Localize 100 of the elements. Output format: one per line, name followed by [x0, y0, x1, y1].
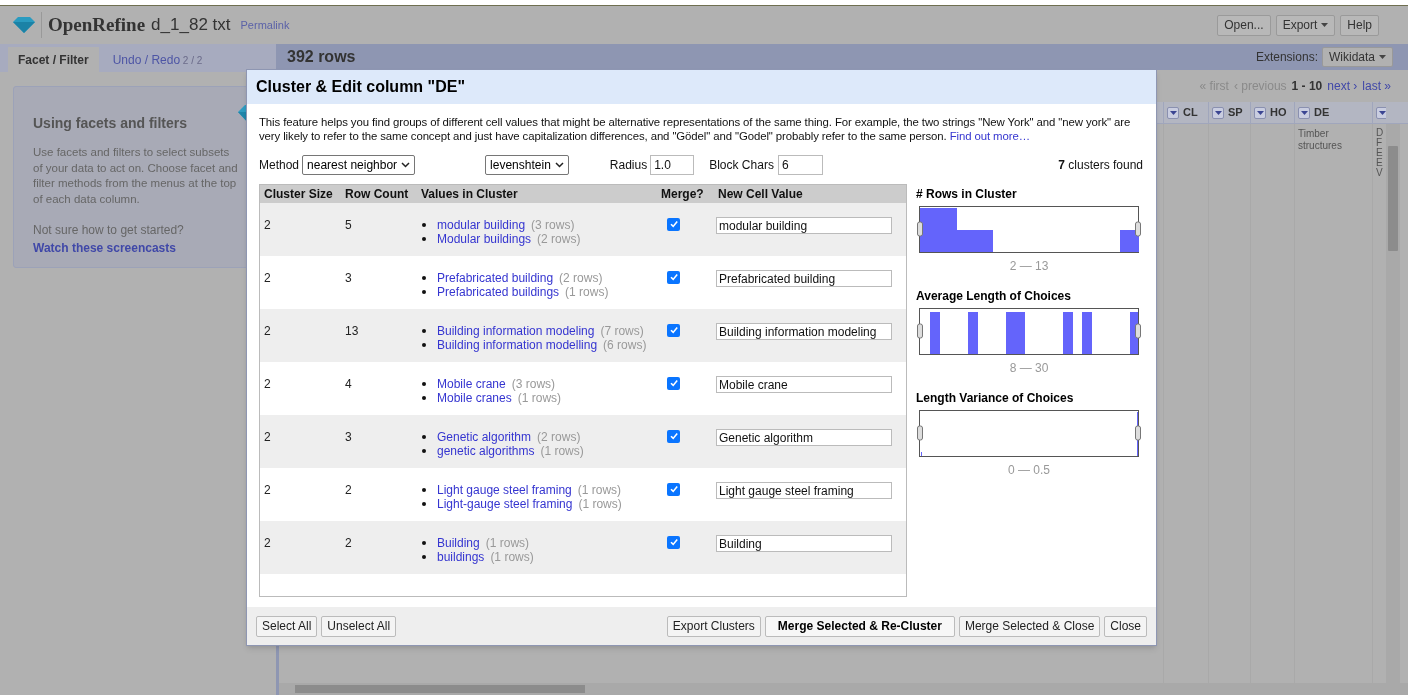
- new-value-field[interactable]: Genetic algorithm: [716, 429, 892, 446]
- merge-checkbox[interactable]: [667, 535, 680, 549]
- value-row-count: (3 rows): [511, 377, 556, 391]
- extensions-label: Extensions:: [1255, 49, 1318, 66]
- new-value-field[interactable]: Building information modeling: [716, 323, 892, 340]
- histogram-title: # Rows in Cluster: [916, 186, 1017, 203]
- new-value-field[interactable]: Prefabricated building: [716, 270, 892, 287]
- caret-icon: [1321, 23, 1329, 27]
- value-row-count: (7 rows): [600, 324, 644, 338]
- bullet-icon: [422, 237, 426, 241]
- footer-button[interactable]: Select All: [256, 615, 318, 637]
- table-cell-text: 2: [344, 535, 353, 548]
- cluster-value-link[interactable]: Mobile cranes: [437, 391, 512, 405]
- horizontal-scrollbar[interactable]: [279, 683, 1408, 695]
- value-row-count: (1 rows): [540, 444, 584, 458]
- value-row-count: (3 rows): [531, 218, 575, 232]
- find-out-more-link[interactable]: Find out more…: [949, 130, 1030, 142]
- value-row-count: (1 rows): [578, 497, 622, 511]
- radius-label: Radius: [609, 157, 648, 174]
- table-cell-text: Timber structures: [1298, 128, 1343, 152]
- block-chars-field[interactable]: 6: [777, 155, 823, 175]
- merge-checkbox[interactable]: [667, 217, 680, 231]
- extensions-menu[interactable]: Wikidata: [1322, 47, 1393, 67]
- caret-icon: [1256, 110, 1264, 115]
- value-row-count: (2 rows): [559, 271, 603, 285]
- column-menu-button[interactable]: [1167, 106, 1179, 119]
- help-question: Not sure how to get started?: [33, 222, 185, 239]
- histogram-title: Average Length of Choices: [916, 288, 1071, 305]
- value-row-count: (1 rows): [565, 285, 609, 299]
- cluster-value-link[interactable]: modular building: [437, 218, 526, 232]
- footer-button[interactable]: Export Clusters: [666, 615, 761, 637]
- cluster-value-link[interactable]: Prefabricated building: [437, 271, 554, 285]
- column-header: Merge?: [661, 186, 705, 203]
- app-name: OpenRefine: [48, 12, 146, 37]
- table-cell-text: 3: [344, 270, 353, 283]
- merge-checkbox[interactable]: [667, 482, 680, 496]
- histogram-title: Length Variance of Choices: [916, 390, 1074, 407]
- cluster-value-link[interactable]: Modular buildings: [437, 232, 532, 246]
- project-name: d_1_82 txt: [151, 14, 231, 37]
- cluster-value-link[interactable]: Building information modeling: [437, 324, 595, 338]
- pager-link[interactable]: next ›: [1327, 77, 1358, 95]
- cluster-value-link[interactable]: Mobile crane: [437, 377, 506, 391]
- table-cell-text: 2: [263, 482, 272, 495]
- cluster-value-link[interactable]: Light-gauge steel framing: [437, 497, 573, 511]
- header-button[interactable]: Open...: [1217, 14, 1271, 36]
- header-button[interactable]: Export: [1275, 14, 1336, 36]
- table-cell-text: 2: [263, 217, 272, 230]
- cluster-value-link[interactable]: Light gauge steel framing: [437, 483, 572, 497]
- value-row-count: (1 rows): [490, 550, 534, 564]
- merge-checkbox[interactable]: [667, 376, 680, 390]
- method-select[interactable]: nearest neighbor: [302, 155, 416, 175]
- cluster-value-link[interactable]: Building: [437, 536, 480, 550]
- panel-tab[interactable]: Facet / Filter: [8, 47, 99, 72]
- table-cell: D F E E V: [1376, 128, 1383, 178]
- help-text: Use facets and filters to select subsets of your data to act on. Choose facet and filter methods from the menus at the top of each data column.: [33, 145, 239, 207]
- value-row-count: (2 rows): [537, 430, 581, 444]
- column-menu-button[interactable]: [1212, 106, 1224, 119]
- column-header: Row Count: [344, 186, 410, 203]
- column-menu-button[interactable]: [1298, 106, 1310, 119]
- cluster-value-link[interactable]: Genetic algorithm: [437, 430, 532, 444]
- column-menu-button[interactable]: [1376, 106, 1386, 119]
- table-cell-text: 2: [263, 270, 272, 283]
- column-header: New Cell Value: [717, 186, 803, 203]
- bullet-icon: [422, 435, 426, 439]
- bullet-icon: [422, 502, 426, 506]
- pager-link[interactable]: last »: [1362, 77, 1391, 95]
- merge-checkbox[interactable]: [667, 270, 680, 284]
- table-cell-text: 3: [344, 429, 353, 442]
- table-cell-text: 2: [263, 429, 272, 442]
- cluster-value-link[interactable]: Building information modelling: [437, 338, 598, 352]
- vertical-scrollbar[interactable]: [1386, 124, 1400, 683]
- column-menu-button[interactable]: [1254, 106, 1266, 119]
- column-header: CL: [1183, 105, 1198, 121]
- caret-icon: [1214, 110, 1222, 115]
- merge-checkbox[interactable]: [667, 323, 680, 337]
- footer-button[interactable]: Merge Selected & Close: [958, 615, 1101, 637]
- footer-button[interactable]: Merge Selected & Re-Cluster: [764, 615, 955, 637]
- caret-icon: [1169, 110, 1177, 115]
- row-count: 392 rows: [287, 47, 356, 67]
- value-row-count: (1 rows): [577, 483, 622, 497]
- cluster-value-link[interactable]: Prefabricated buildings: [437, 285, 560, 299]
- new-value-field[interactable]: Mobile crane: [716, 376, 892, 393]
- table-cell-text: 2: [344, 482, 353, 495]
- new-value-field[interactable]: modular building: [716, 217, 892, 234]
- cluster-value-link[interactable]: buildings: [437, 550, 485, 564]
- caret-icon: [1379, 55, 1386, 59]
- cluster-value-link[interactable]: genetic algorithms: [437, 444, 535, 458]
- merge-checkbox[interactable]: [667, 429, 680, 443]
- bullet-icon: [422, 276, 426, 280]
- radius-field[interactable]: 1.0: [650, 155, 695, 175]
- footer-button[interactable]: Close: [1104, 615, 1147, 637]
- bullet-icon: [422, 223, 426, 227]
- new-value-field[interactable]: Light gauge steel framing: [716, 482, 892, 499]
- function-select[interactable]: levenshtein: [485, 155, 569, 175]
- column-header: HO: [1270, 105, 1287, 121]
- help-title: Using facets and filters: [33, 114, 189, 133]
- header-button[interactable]: Help: [1340, 14, 1379, 36]
- footer-button[interactable]: Unselect All: [321, 615, 397, 637]
- new-value-field[interactable]: Building: [716, 535, 892, 552]
- column-header: DE: [1314, 105, 1330, 121]
